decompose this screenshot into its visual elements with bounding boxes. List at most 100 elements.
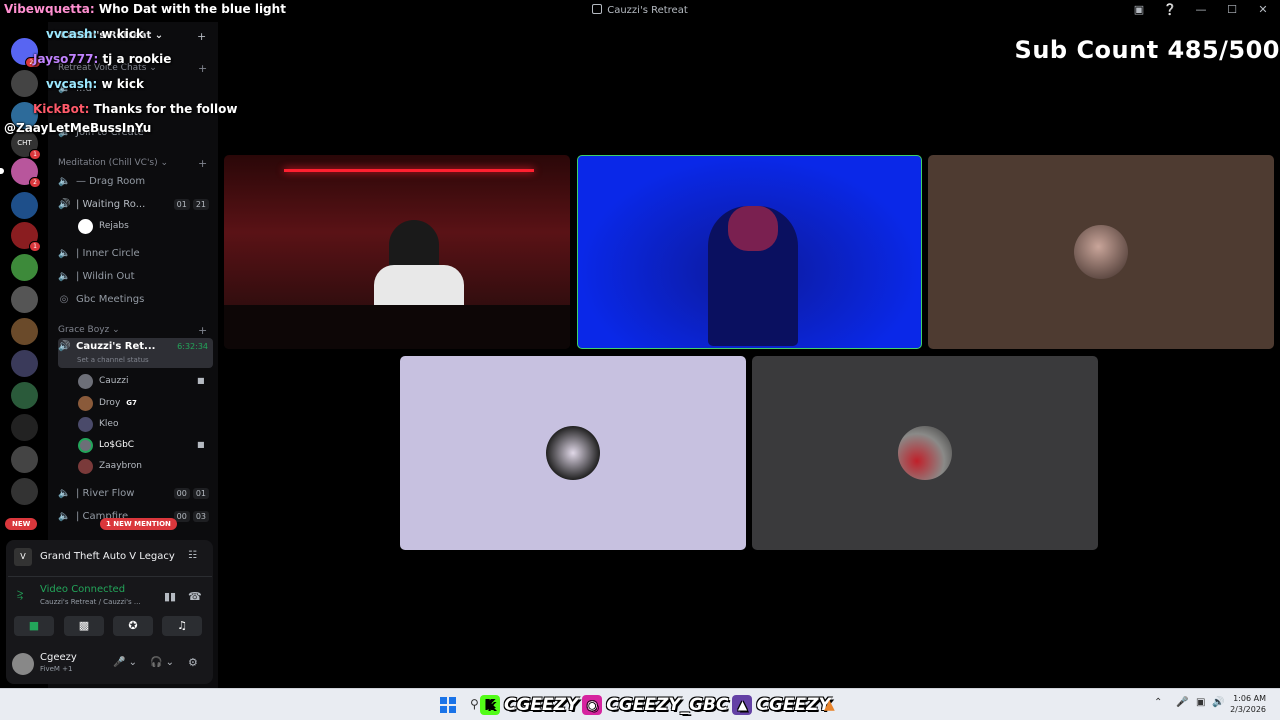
app-taskbar-icon[interactable]: ▲ bbox=[824, 697, 840, 713]
stream-settings-icon[interactable]: ☷ bbox=[188, 550, 197, 561]
participant-avatar bbox=[546, 426, 600, 480]
avatar bbox=[78, 218, 93, 234]
channel-cauzzis-retreat-active[interactable]: 🔊 Cauzzi's Ret... 6:32:34 Set a channel … bbox=[58, 338, 213, 368]
participant-avatar bbox=[1074, 225, 1128, 279]
mic-tray-icon[interactable]: 🎤 bbox=[1176, 697, 1188, 708]
connection-status: Video Connected bbox=[40, 584, 126, 595]
channel-drag-room[interactable]: 🔈 — Drag Room bbox=[58, 171, 213, 191]
twitch-logo-icon: ▲ bbox=[732, 695, 753, 715]
screen-share-button[interactable]: ▩ bbox=[64, 616, 104, 636]
inbox-icon[interactable]: ▣ bbox=[1132, 3, 1146, 16]
kick-logo-icon: K bbox=[480, 695, 500, 715]
clock[interactable]: 1:06 AM 2/3/2026 bbox=[1230, 693, 1266, 715]
user-status: FiveM +1 bbox=[40, 665, 73, 673]
social-handles: K CGEEZY ◉ CGEEZY_GBC ▲ CGEEZY bbox=[480, 692, 831, 718]
stage-icon: ◎ bbox=[59, 293, 69, 305]
voice-user[interactable]: Zaaybron bbox=[78, 457, 142, 475]
volume-icon[interactable]: 🔊 bbox=[1212, 697, 1224, 708]
video-tile-blue-room-speaking[interactable] bbox=[577, 155, 922, 349]
category-grace-boyz[interactable]: Grace Boyz ⌄ + bbox=[58, 324, 207, 337]
camera-button[interactable]: ■ bbox=[14, 616, 54, 636]
channel-wildin-out[interactable]: 🔈 | Wildin Out bbox=[58, 266, 213, 286]
channel-river-flow[interactable]: 🔈 | River Flow 00 01 bbox=[58, 483, 213, 503]
tray-chevron-icon[interactable]: ⌃ bbox=[1154, 697, 1162, 708]
video-tile-red-room[interactable] bbox=[224, 155, 570, 349]
voice-user-speaking[interactable]: Lo$GbC bbox=[78, 436, 134, 454]
user-count: 00 03 bbox=[173, 510, 209, 522]
channel-status-hint[interactable]: Set a channel status bbox=[77, 356, 149, 364]
server-icon[interactable] bbox=[11, 318, 38, 345]
help-icon[interactable]: ❔ bbox=[1163, 3, 1177, 16]
avatar-tile-brown[interactable] bbox=[928, 155, 1274, 349]
avatar bbox=[78, 437, 93, 453]
connection-icon: ⥸ bbox=[17, 588, 24, 601]
unread-pill bbox=[0, 168, 4, 174]
chat-message: Vibewquetta: Who Dat with the blue light bbox=[4, 2, 286, 16]
speaker-icon: 🔈 bbox=[58, 247, 71, 259]
add-member-icon[interactable]: + bbox=[197, 30, 206, 43]
avatar bbox=[78, 458, 93, 474]
video-icon: ■ bbox=[197, 440, 205, 449]
voice-user-rejabs[interactable]: Rejabs bbox=[78, 217, 129, 235]
noise-suppression-icon[interactable]: ▮▮ bbox=[164, 590, 176, 603]
connection-channel[interactable]: Cauzzi's Retreat / Cauzzi's ... bbox=[40, 598, 141, 606]
speaker-active-icon: 🔊 bbox=[58, 198, 71, 210]
server-icon[interactable]: 2 bbox=[11, 158, 41, 188]
server-icon[interactable] bbox=[11, 70, 38, 97]
server-icon[interactable] bbox=[11, 382, 38, 409]
voice-user[interactable]: Droy G7 bbox=[78, 394, 137, 412]
server-icon[interactable] bbox=[11, 254, 38, 281]
speaker-active-icon: 🔊 bbox=[58, 341, 71, 352]
add-channel-icon[interactable]: + bbox=[198, 157, 207, 170]
user-count: 01 21 bbox=[173, 198, 209, 210]
server-icon[interactable]: 1 bbox=[11, 222, 41, 252]
avatar bbox=[78, 373, 93, 389]
chat-message: Jayso777: tj a rookie bbox=[33, 52, 172, 66]
instagram-logo-icon: ◉ bbox=[582, 695, 603, 715]
channel-gbc-meetings[interactable]: ◎ Gbc Meetings bbox=[58, 289, 213, 309]
channel-inner-circle[interactable]: 🔈 | Inner Circle bbox=[58, 243, 213, 263]
add-channel-icon[interactable]: + bbox=[198, 62, 207, 75]
close-button[interactable]: ✕ bbox=[1256, 3, 1270, 16]
soundboard-button[interactable]: ♫ bbox=[162, 616, 202, 636]
new-badge[interactable]: NEW bbox=[5, 518, 38, 530]
app-icon bbox=[592, 4, 603, 14]
chat-message: KickBot: Thanks for the follow bbox=[33, 102, 238, 116]
network-icon[interactable]: ▣ bbox=[1196, 697, 1205, 708]
chat-message: vvcash: w kick bbox=[46, 27, 144, 41]
channel-waiting-room[interactable]: 🔊 | Waiting Ro... 01 21 bbox=[58, 194, 213, 214]
avatar-tile-gray[interactable] bbox=[752, 356, 1098, 550]
sub-count: Sub Count 485/500 bbox=[1014, 36, 1280, 64]
game-icon: V bbox=[14, 548, 32, 566]
maximize-button[interactable]: ☐ bbox=[1225, 3, 1239, 16]
server-icon[interactable] bbox=[11, 286, 38, 313]
server-icon[interactable] bbox=[11, 478, 38, 505]
server-icon[interactable] bbox=[11, 414, 38, 441]
disconnect-icon[interactable]: ☎ bbox=[188, 590, 202, 603]
mic-icon[interactable]: 🎤 ⌄ bbox=[113, 657, 137, 668]
activities-button[interactable]: ✪ bbox=[113, 616, 153, 636]
user-name[interactable]: Cgeezy bbox=[40, 652, 77, 663]
chat-message: @ZaayLetMeBussInYu bbox=[4, 121, 152, 135]
headphones-icon[interactable]: 🎧 ⌄ bbox=[150, 657, 174, 668]
category-meditation[interactable]: Meditation (Chill VC's) ⌄ + bbox=[58, 157, 207, 170]
voice-user[interactable]: Kleo bbox=[78, 415, 118, 433]
add-channel-icon[interactable]: + bbox=[198, 324, 207, 337]
user-avatar[interactable] bbox=[12, 653, 34, 675]
windows-start-icon[interactable] bbox=[440, 697, 456, 713]
speaker-icon: 🔈 bbox=[58, 270, 71, 282]
server-icon[interactable] bbox=[11, 350, 38, 377]
avatar-tile-lavender[interactable] bbox=[400, 356, 746, 550]
minimize-button[interactable]: — bbox=[1194, 3, 1208, 16]
avatar bbox=[78, 416, 93, 432]
new-mention-badge[interactable]: 1 NEW MENTION bbox=[100, 518, 177, 530]
speaker-icon: 🔈 bbox=[58, 510, 71, 522]
gear-icon[interactable]: ⚙ bbox=[188, 656, 198, 669]
chat-message: vvcash: w kick bbox=[46, 77, 144, 91]
speaker-icon: 🔈 bbox=[58, 487, 71, 499]
taskbar: ⚲ K CGEEZY ◉ CGEEZY_GBC ▲ CGEEZY ▲ ⌃ 🎤 ▣ 🔊 … bbox=[0, 688, 1280, 720]
bandana bbox=[728, 206, 778, 251]
server-icon[interactable] bbox=[11, 192, 38, 219]
server-icon[interactable] bbox=[11, 446, 38, 473]
voice-user[interactable]: Cauzzi bbox=[78, 372, 128, 390]
